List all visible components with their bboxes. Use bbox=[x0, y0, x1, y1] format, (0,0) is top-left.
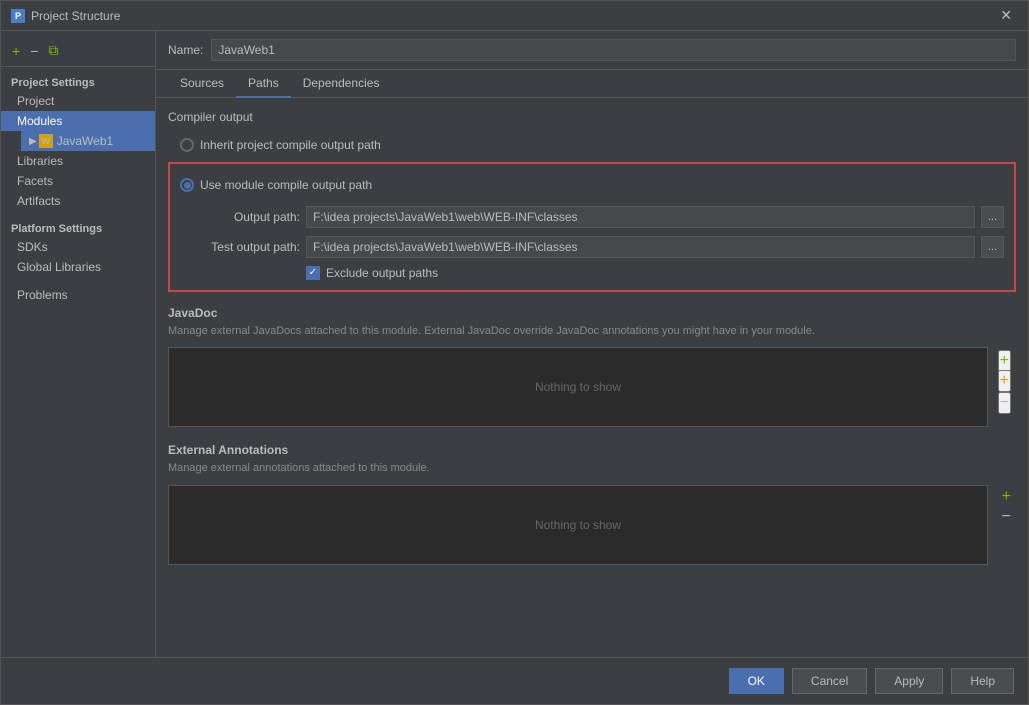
test-output-path-browse-button[interactable]: ... bbox=[981, 236, 1004, 258]
inherit-radio-label: Inherit project compile output path bbox=[200, 138, 381, 152]
apply-button[interactable]: Apply bbox=[875, 668, 943, 694]
footer: OK Cancel Apply Help bbox=[1, 657, 1028, 704]
content-area: Compiler output Inherit project compile … bbox=[156, 98, 1028, 657]
external-annotations-add-button[interactable]: + bbox=[1002, 488, 1011, 506]
output-path-label: Output path: bbox=[180, 210, 300, 224]
dialog-icon: P bbox=[11, 9, 25, 23]
sidebar-module-javaweb1[interactable]: ▶ W JavaWeb1 bbox=[21, 131, 155, 151]
sidebar-item-problems[interactable]: Problems bbox=[1, 285, 155, 305]
title-bar-left: P Project Structure bbox=[11, 9, 120, 23]
exclude-checkbox[interactable] bbox=[306, 266, 320, 280]
tab-sources[interactable]: Sources bbox=[168, 70, 236, 98]
javadoc-list-container: Nothing to show + + − bbox=[168, 347, 988, 427]
javadoc-remove-button[interactable]: − bbox=[998, 392, 1011, 414]
tree-arrow: ▶ bbox=[29, 136, 37, 147]
copy-module-button[interactable]: ⧉ bbox=[45, 41, 61, 60]
tab-paths[interactable]: Paths bbox=[236, 70, 291, 98]
sidebar-item-modules[interactable]: Modules bbox=[1, 111, 155, 131]
tabs-bar: Sources Paths Dependencies bbox=[156, 70, 1028, 98]
external-annotations-section: External Annotations Manage external ann… bbox=[168, 443, 1016, 564]
sidebar-item-artifacts[interactable]: Artifacts bbox=[1, 191, 155, 211]
external-annotations-placeholder: Nothing to show bbox=[535, 518, 621, 532]
dialog-title: Project Structure bbox=[31, 9, 120, 23]
module-compile-box: Use module compile output path Output pa… bbox=[168, 162, 1016, 292]
external-annotations-list: Nothing to show + − bbox=[168, 485, 988, 565]
sidebar-toolbar: + − ⧉ bbox=[1, 39, 155, 67]
project-structure-dialog: P Project Structure ✕ + − ⧉ Project Sett… bbox=[0, 0, 1029, 705]
compiler-output-title: Compiler output bbox=[168, 110, 1016, 124]
name-bar: Name: bbox=[156, 31, 1028, 70]
main-content: + − ⧉ Project Settings Project Modules ▶… bbox=[1, 31, 1028, 657]
sidebar-item-sdks[interactable]: SDKs bbox=[1, 237, 155, 257]
external-annotations-remove-button[interactable]: − bbox=[1002, 508, 1011, 526]
help-button[interactable]: Help bbox=[951, 668, 1014, 694]
test-output-path-row: Test output path: ... bbox=[180, 236, 1004, 258]
javadoc-section: JavaDoc Manage external JavaDocs attache… bbox=[168, 306, 1016, 427]
name-label: Name: bbox=[168, 43, 203, 57]
inherit-radio-circle bbox=[180, 138, 194, 152]
project-settings-label: Project Settings bbox=[1, 73, 155, 91]
javadoc-description: Manage external JavaDocs attached to thi… bbox=[168, 324, 1016, 339]
tab-dependencies[interactable]: Dependencies bbox=[291, 70, 392, 98]
module-radio[interactable]: Use module compile output path bbox=[180, 174, 1004, 196]
module-name: JavaWeb1 bbox=[57, 134, 113, 148]
cancel-button[interactable]: Cancel bbox=[792, 668, 867, 694]
javadoc-add2-button[interactable]: + bbox=[998, 370, 1011, 392]
close-button[interactable]: ✕ bbox=[994, 5, 1018, 26]
ok-button[interactable]: OK bbox=[729, 668, 784, 694]
module-radio-label: Use module compile output path bbox=[200, 178, 372, 192]
javadoc-placeholder: Nothing to show bbox=[535, 380, 621, 394]
platform-settings-label: Platform Settings bbox=[1, 219, 155, 237]
sidebar: + − ⧉ Project Settings Project Modules ▶… bbox=[1, 31, 156, 657]
javadoc-title: JavaDoc bbox=[168, 306, 1016, 320]
sidebar-item-global-libraries[interactable]: Global Libraries bbox=[1, 257, 155, 277]
exclude-checkbox-label: Exclude output paths bbox=[326, 266, 438, 280]
external-annotations-title: External Annotations bbox=[168, 443, 1016, 457]
add-module-button[interactable]: + bbox=[9, 42, 23, 60]
sidebar-item-project[interactable]: Project bbox=[1, 91, 155, 111]
test-output-path-input[interactable] bbox=[306, 236, 975, 258]
external-annotations-description: Manage external annotations attached to … bbox=[168, 461, 1016, 476]
javadoc-add-button[interactable]: + bbox=[998, 350, 1011, 372]
module-radio-circle bbox=[180, 178, 194, 192]
remove-module-button[interactable]: − bbox=[27, 42, 41, 60]
name-input[interactable] bbox=[211, 39, 1016, 61]
right-panel: Name: Sources Paths Dependencies Compile… bbox=[156, 31, 1028, 657]
inherit-radio[interactable]: Inherit project compile output path bbox=[168, 134, 1016, 156]
external-annotations-list-container: Nothing to show + − bbox=[168, 485, 988, 565]
sidebar-item-facets[interactable]: Facets bbox=[1, 171, 155, 191]
output-path-browse-button[interactable]: ... bbox=[981, 206, 1004, 228]
module-icon: W bbox=[39, 134, 53, 148]
sidebar-item-libraries[interactable]: Libraries bbox=[1, 151, 155, 171]
test-output-path-label: Test output path: bbox=[180, 240, 300, 254]
title-bar: P Project Structure ✕ bbox=[1, 1, 1028, 31]
output-path-row: Output path: ... bbox=[180, 206, 1004, 228]
javadoc-list: Nothing to show + + − bbox=[168, 347, 988, 427]
output-path-input[interactable] bbox=[306, 206, 975, 228]
exclude-checkbox-row[interactable]: Exclude output paths bbox=[180, 266, 1004, 280]
